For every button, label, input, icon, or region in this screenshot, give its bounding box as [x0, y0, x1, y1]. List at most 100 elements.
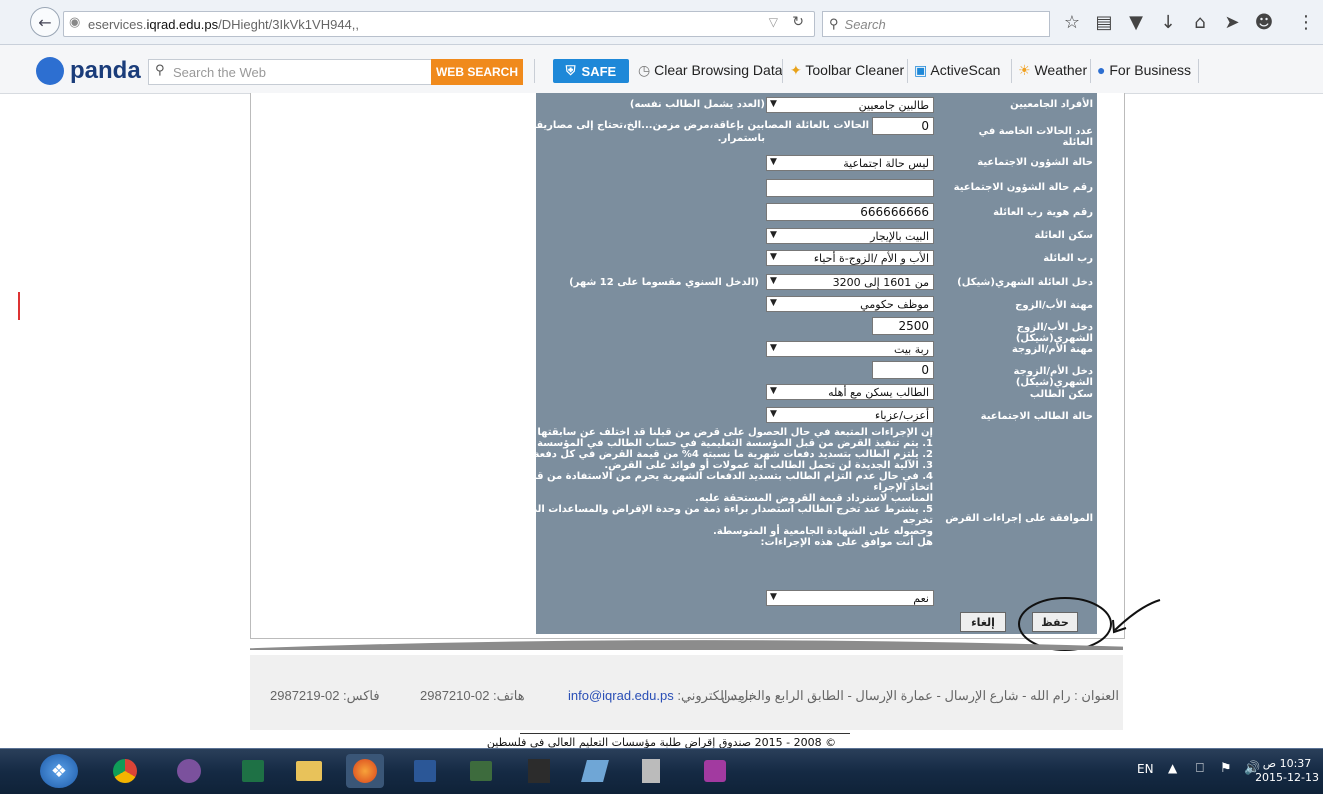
footer-email-link[interactable]: info@iqrad.edu.ps: [568, 688, 674, 703]
language-indicator[interactable]: EN: [1137, 762, 1154, 776]
terms-line: المناسب لاسترداد قيمة القروض المستحقة عل…: [695, 493, 933, 504]
toolbar-divider: [534, 59, 535, 83]
panda-logo[interactable]: panda: [36, 57, 141, 85]
terms-line: 4. في حال عدم التزام الطالب بتسديد الدفع…: [456, 471, 933, 482]
word-icon[interactable]: [406, 754, 444, 788]
web-search-button[interactable]: WEB SEARCH: [431, 59, 523, 85]
special-cases-input[interactable]: 0: [872, 117, 934, 135]
label-university-members: الأفراد الجامعيين: [1010, 99, 1093, 110]
weather-button[interactable]: ☀ Weather: [1018, 62, 1087, 79]
cancel-button[interactable]: إلغاء: [960, 612, 1006, 632]
select-value: أعزب/عزباء: [875, 408, 929, 422]
app-icon[interactable]: [696, 754, 734, 788]
label-terms: الموافقة على إجراءات القرض: [945, 513, 1093, 524]
home-icon[interactable]: ⌂: [1188, 12, 1212, 33]
chrome-icon[interactable]: [106, 754, 144, 788]
toolbar-cleaner-button[interactable]: ✦ Toolbar Cleaner: [790, 62, 904, 79]
note-university-members: (العدد يشمل الطالب نفسه): [629, 99, 765, 110]
family-head-select[interactable]: الأب و الأم /الزوج-ة أحياء ▼: [766, 250, 934, 266]
viber-icon[interactable]: [170, 754, 208, 788]
footer-fax: فاكس: 02-2987219: [270, 688, 380, 703]
app-icon[interactable]: [520, 754, 558, 788]
select-value: ربة بيت: [894, 342, 929, 356]
browser-search-input[interactable]: ⚲ Search: [822, 11, 1050, 37]
back-button[interactable]: ←: [30, 7, 60, 37]
url-prefix: eservices.: [88, 16, 147, 32]
chevron-down-icon: ▼: [770, 298, 777, 308]
menu-icon[interactable]: ⋮: [1294, 12, 1318, 33]
student-housing-select[interactable]: الطالب يسكن مع أهله ▼: [766, 384, 934, 400]
file-explorer-icon[interactable]: [290, 754, 328, 788]
university-members-select[interactable]: طالبين جامعيين ▼: [766, 97, 934, 113]
chevron-down-icon: ▼: [770, 592, 777, 602]
student-status-select[interactable]: أعزب/عزباء ▼: [766, 407, 934, 423]
address-bar[interactable]: ◉ eservices.iqrad.edu.ps/DHieght/3IkVk1V…: [63, 11, 815, 37]
excel-icon[interactable]: [234, 754, 272, 788]
note-special-cases-2: باستمرار.: [717, 133, 765, 144]
tray-arrow-icon[interactable]: ▲: [1168, 761, 1177, 775]
note-special-cases: الحالات بالعائلة المصابين بإعاقة،مرض مزم…: [495, 120, 869, 131]
safe-badge[interactable]: ⛨ SAFE: [553, 59, 629, 83]
bookmark-star-icon[interactable]: ☆: [1060, 12, 1084, 33]
terms-line: إن الإجراءات المتبعة في حال الحصول على ق…: [473, 427, 933, 438]
select-value: موظف حكومي: [860, 297, 929, 311]
reload-icon[interactable]: ↻: [792, 14, 804, 30]
terms-line: 2. يلتزم الطالب بتسديد دفعات شهرية ما نس…: [485, 449, 933, 460]
flag-icon[interactable]: ⚑: [1220, 761, 1232, 776]
dropdown-icon[interactable]: ▽: [769, 15, 778, 29]
terms-agree-select[interactable]: نعم ▼: [766, 590, 934, 606]
chevron-down-icon: ▼: [770, 230, 777, 240]
search-icon: ⚲: [829, 16, 839, 31]
broom-icon: ✦: [790, 62, 802, 78]
father-job-select[interactable]: موظف حكومي ▼: [766, 296, 934, 312]
footer: العنوان : رام الله - شارع الإرسال - عمار…: [250, 655, 1123, 730]
father-income-input[interactable]: 2500: [872, 317, 934, 335]
app-icon[interactable]: [462, 754, 500, 788]
start-button[interactable]: ❖: [40, 754, 78, 788]
footer-phone: هاتف: 02-2987210: [420, 688, 525, 703]
family-income-select[interactable]: من 1601 إلى 3200 ▼: [766, 274, 934, 290]
select-value: الطالب يسكن مع أهله: [828, 385, 929, 399]
app-icon[interactable]: [576, 754, 614, 788]
select-value: ليس حالة اجتماعية: [843, 156, 929, 170]
pocket-icon[interactable]: ▼: [1124, 12, 1148, 33]
weather-label: Weather: [1034, 62, 1088, 78]
activescan-button[interactable]: ▣ ActiveScan: [914, 62, 1000, 79]
social-affairs-number-input[interactable]: [766, 179, 934, 197]
clear-browsing-button[interactable]: ◷ Clear Browsing Data: [638, 62, 783, 79]
chat-icon[interactable]: ☻: [1252, 12, 1276, 33]
url-domain: iqrad.edu.ps: [146, 16, 219, 32]
label-family-income: دخل العائلة الشهري(شيكل): [957, 277, 1093, 288]
social-affairs-select[interactable]: ليس حالة اجتماعية ▼: [766, 155, 934, 171]
footer-email-block: بريد الكتروني: info@iqrad.edu.ps: [568, 688, 752, 704]
terms-text: إن الإجراءات المتبعة في حال الحصول على ق…: [456, 427, 933, 548]
clear-browsing-label: Clear Browsing Data: [654, 62, 783, 78]
select-value: من 1601 إلى 3200: [832, 275, 929, 289]
download-icon[interactable]: ↓: [1156, 12, 1180, 33]
head-id-input[interactable]: 666666666: [766, 203, 934, 221]
terms-line: 3. الآلية الجديدة لن تحمل الطالب أية عمو…: [604, 460, 933, 471]
search-placeholder: Search: [844, 16, 886, 32]
toolbar-divider: [1011, 59, 1012, 83]
clock[interactable]: 10:37 ص 2015-12-13: [1255, 757, 1319, 785]
web-search-input[interactable]: ⚲ Search the Web: [148, 59, 433, 85]
for-business-label: For Business: [1109, 62, 1192, 78]
footer-email-label: بريد الكتروني:: [677, 688, 753, 703]
mother-job-select[interactable]: ربة بيت ▼: [766, 341, 934, 357]
firefox-icon[interactable]: [346, 754, 384, 788]
for-business-button[interactable]: ● For Business: [1097, 62, 1191, 78]
chevron-down-icon: ▼: [770, 99, 777, 109]
network-icon[interactable]: ⎕: [1196, 761, 1204, 776]
clock-date: 2015-12-13: [1255, 771, 1319, 784]
label-mother-income: دخل الأم/الزوجة الشهري(شيكل): [1013, 366, 1094, 388]
url-path: /DHieght/3IkVk1VH944,,: [218, 16, 359, 32]
select-value: البيت بالإيجار: [870, 229, 929, 243]
mother-income-input[interactable]: 0: [872, 361, 934, 379]
app-icon[interactable]: [632, 754, 670, 788]
reading-list-icon[interactable]: ▤: [1092, 12, 1116, 33]
chevron-down-icon: ▼: [770, 252, 777, 262]
terms-line: هل أنت موافق على هذه الإجراءات:: [760, 537, 933, 548]
clock-time: 10:37 ص: [1262, 757, 1312, 770]
family-housing-select[interactable]: البيت بالإيجار ▼: [766, 228, 934, 244]
send-icon[interactable]: ➤: [1220, 12, 1244, 33]
